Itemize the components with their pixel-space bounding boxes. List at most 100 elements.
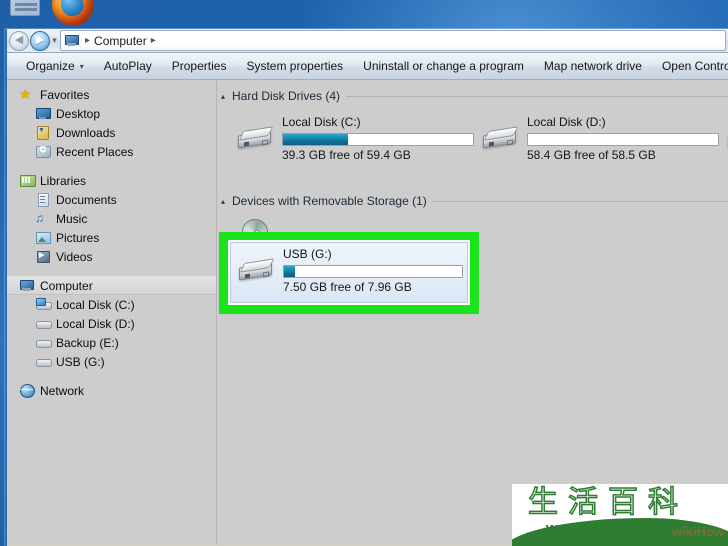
sidebar-item-local-disk-d[interactable]: Local Disk (D:)	[7, 314, 216, 333]
drive-info: Local Disk (D:) 58.4 GB free of 58.5 GB	[522, 114, 719, 163]
drive-capacity-bar	[283, 265, 463, 278]
firefox-icon[interactable]	[52, 0, 94, 26]
organize-label: Organize	[26, 59, 75, 73]
chevron-up-icon[interactable]: ▴	[221, 92, 232, 101]
drive-info: Local Disk (C:) 39.3 GB free of 59.4 GB	[277, 114, 474, 163]
autoplay-button[interactable]: AutoPlay	[94, 53, 162, 79]
sidebar-item-label: Computer	[40, 278, 93, 293]
breadcrumb-item-computer[interactable]: Computer	[94, 34, 147, 48]
back-button[interactable]: ◀	[9, 30, 29, 51]
sidebar-item-label: Downloads	[56, 125, 116, 140]
sidebar-item-label: Music	[56, 211, 88, 226]
desktop-file-icon[interactable]	[10, 0, 40, 16]
documents-icon	[35, 192, 52, 207]
drive-free-space: 39.3 GB free of 59.4 GB	[282, 148, 411, 162]
pictures-icon	[35, 230, 52, 245]
open-control-panel-button[interactable]: Open Control P	[652, 53, 728, 79]
sidebar-item-label: Libraries	[40, 173, 87, 188]
drive-info: USB (G:) 7.50 GB free of 7.96 GB	[278, 246, 463, 295]
sidebar-item-videos[interactable]: Videos	[7, 247, 216, 266]
chevron-down-icon: ▾	[79, 61, 84, 71]
sidebar-item-label: Documents	[56, 192, 117, 207]
group-header-hard-disk-drives[interactable]: ▴ Hard Disk Drives (4)	[217, 87, 728, 105]
hard-drive-icon	[234, 123, 277, 161]
sidebar-item-label: Pictures	[56, 230, 100, 245]
watermark-chinese-text: 生活百科	[527, 485, 688, 521]
disk-icon	[35, 335, 52, 350]
drive-free-space: 58.4 GB free of 58.5 GB	[527, 148, 656, 162]
sidebar-item-label: Favorites	[40, 87, 90, 102]
drive-name: Local Disk (D:)	[527, 115, 606, 129]
drive-free-space: 7.50 GB free of 7.96 GB	[283, 280, 412, 294]
sidebar-item-downloads[interactable]: Downloads	[7, 123, 216, 142]
sidebar-item-music[interactable]: ♫ Music	[7, 209, 216, 228]
breadcrumb-separator-2[interactable]: ▸	[147, 35, 160, 46]
usb-drive-highlight-annotation: USB (G:) 7.50 GB free of 7.96 GB	[219, 232, 479, 314]
properties-button[interactable]: Properties	[162, 53, 237, 79]
sidebar-item-label: Desktop	[56, 106, 101, 121]
drive-capacity-bar	[282, 133, 474, 146]
network-icon	[19, 383, 36, 398]
sidebar-item-label: Local Disk (D:)	[56, 316, 135, 331]
drive-tile-local-disk-d[interactable]: Local Disk (D:) 58.4 GB free of 58.5 GB	[476, 111, 721, 166]
disk-icon	[35, 316, 52, 331]
navigation-pane: ★ Favorites Desktop Downloads Recent Pla…	[7, 80, 217, 545]
sidebar-item-label: Network	[40, 383, 85, 398]
map-network-drive-button[interactable]: Map network drive	[534, 53, 652, 79]
sidebar-item-computer[interactable]: Computer	[7, 276, 216, 295]
sidebar-item-label: Recent Places	[56, 144, 134, 159]
uninstall-or-change-program-button[interactable]: Uninstall or change a program	[353, 53, 534, 79]
usb-drive-icon	[235, 255, 278, 293]
drive-capacity-bar	[527, 133, 719, 146]
group-header-removable-storage[interactable]: ▴ Devices with Removable Storage (1)	[217, 192, 728, 210]
sidebar-item-label: USB (G:)	[56, 354, 105, 369]
drive-capacity-fill	[284, 266, 295, 277]
desktop-icon	[35, 106, 52, 121]
address-bar: ◀ ▶ ▾ ▸ Computer ▸	[7, 29, 728, 53]
group-title: Hard Disk Drives (4)	[232, 89, 341, 103]
drive-tile-local-disk-c[interactable]: Local Disk (C:) 39.3 GB free of 59.4 GB	[231, 111, 476, 166]
sidebar-item-recent-places[interactable]: Recent Places	[7, 142, 216, 161]
drive-tiles-row-hard-disks: Local Disk (C:) 39.3 GB free of 59.4 GB	[217, 105, 728, 166]
hard-drive-icon	[724, 123, 728, 161]
command-toolbar: Organize ▾ AutoPlay Properties System pr…	[7, 53, 728, 80]
sidebar-item-backup-e[interactable]: Backup (E:)	[7, 333, 216, 352]
sidebar-item-local-disk-c[interactable]: Local Disk (C:)	[7, 295, 216, 314]
forward-button[interactable]: ▶	[30, 30, 50, 51]
group-divider	[346, 95, 728, 97]
system-properties-button[interactable]: System properties	[236, 53, 353, 79]
sidebar-item-label: Videos	[56, 249, 93, 264]
group-title: Devices with Removable Storage (1)	[232, 194, 427, 208]
disk-icon	[35, 354, 52, 369]
usb-highlight-inner: USB (G:) 7.50 GB free of 7.96 GB	[228, 240, 470, 305]
explorer-window: ◀ ▶ ▾ ▸ Computer ▸ Organize ▾ AutoPlay P…	[5, 29, 728, 546]
sidebar-item-documents[interactable]: Documents	[7, 190, 216, 209]
breadcrumb-separator-1: ▸	[85, 35, 91, 46]
window-body: ★ Favorites Desktop Downloads Recent Pla…	[7, 80, 728, 545]
desktop-background: ◀ ▶ ▾ ▸ Computer ▸ Organize ▾ AutoPlay P…	[0, 0, 728, 546]
breadcrumb[interactable]: ▸ Computer ▸	[60, 30, 726, 51]
sidebar-item-libraries[interactable]: Libraries	[7, 171, 216, 190]
sidebar-item-label: Backup (E:)	[56, 335, 119, 350]
recent-pages-dropdown-icon[interactable]: ▾	[50, 35, 59, 46]
drive-capacity-fill	[283, 134, 348, 145]
group-divider	[432, 200, 728, 202]
sidebar-item-usb-g[interactable]: USB (G:)	[7, 352, 216, 371]
drive-tile-usb-g[interactable]: USB (G:) 7.50 GB free of 7.96 GB	[230, 242, 468, 303]
sidebar-item-network[interactable]: Network	[7, 381, 216, 400]
videos-icon	[35, 249, 52, 264]
sidebar-item-label: Local Disk (C:)	[56, 297, 135, 312]
sidebar-item-pictures[interactable]: Pictures	[7, 228, 216, 247]
drive-tile-partial[interactable]	[721, 111, 728, 166]
chevron-up-icon[interactable]: ▴	[221, 197, 232, 206]
organize-button[interactable]: Organize ▾	[7, 53, 94, 79]
sidebar-item-desktop[interactable]: Desktop	[7, 104, 216, 123]
star-icon: ★	[19, 86, 32, 102]
watermark-ghost-text: wikiHow	[671, 524, 724, 539]
downloads-icon	[35, 125, 52, 140]
sidebar-item-favorites[interactable]: ★ Favorites	[7, 85, 216, 104]
recent-places-icon	[35, 144, 52, 159]
